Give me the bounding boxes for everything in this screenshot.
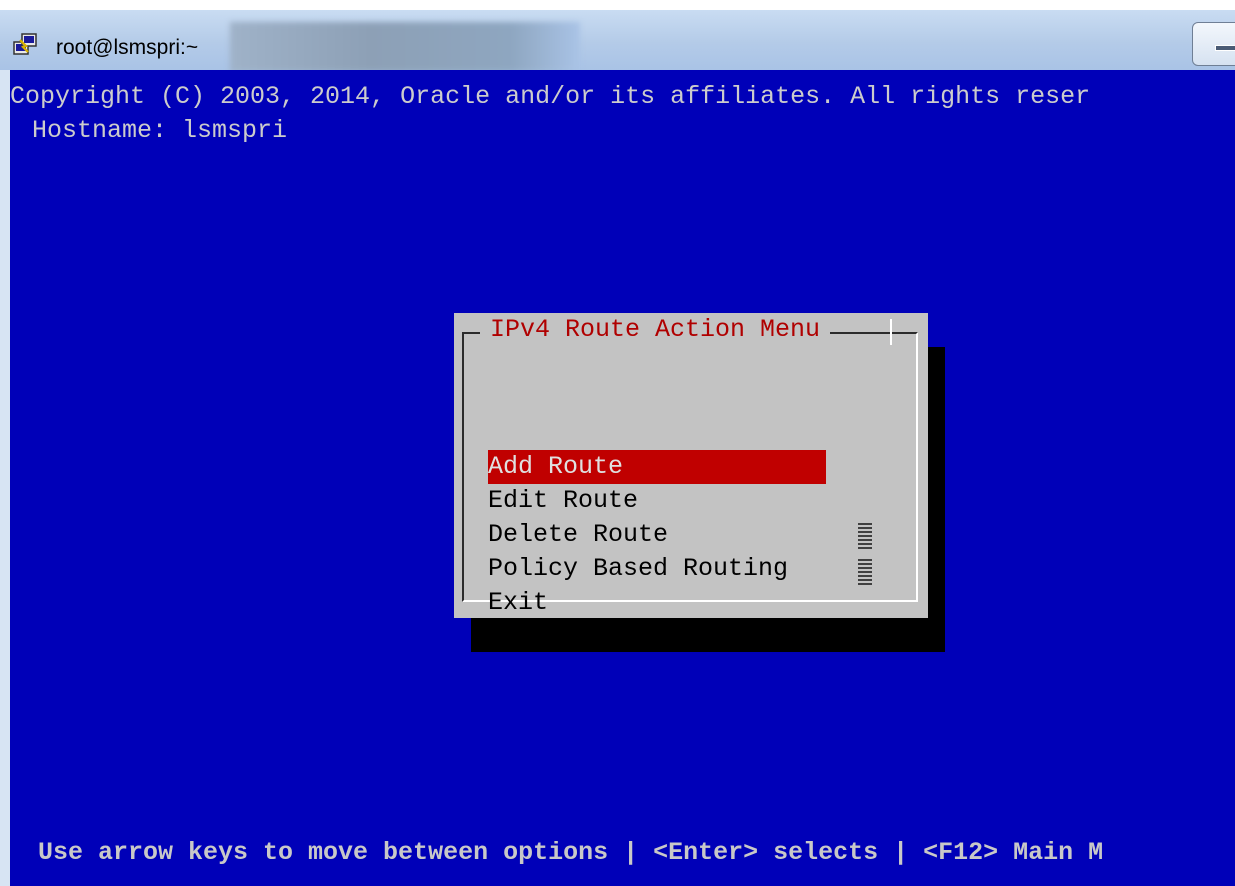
scroll-indicator[interactable] [858,523,872,587]
window-frame-left [0,70,10,886]
menu-item-exit[interactable]: Exit [488,586,826,620]
minimize-icon [1215,45,1235,51]
putty-window: root@lsmspri:~ Copyright (C) 2003, 2014,… [0,0,1235,886]
dialog-title: IPv4 Route Action Menu [480,313,831,347]
menu-item-policy-based-routing[interactable]: Policy Based Routing [488,552,826,586]
route-action-dialog: IPv4 Route Action Menu Add Route Edit Ro… [454,313,928,618]
minimize-button[interactable] [1192,22,1235,66]
copyright-text: Copyright (C) 2003, 2014, Oracle and/or … [10,82,1091,111]
title-bracket-right [890,319,904,345]
title-bar[interactable]: root@lsmspri:~ [0,0,1235,72]
menu-item-edit-route[interactable]: Edit Route [488,484,826,518]
window-title: root@lsmspri:~ [56,36,199,59]
menu-item-delete-route[interactable]: Delete Route [488,518,826,552]
redacted-title-area [230,22,580,72]
menu-item-add-route[interactable]: Add Route [488,450,826,484]
scroll-indicator-gap [858,551,872,559]
putty-icon[interactable] [12,32,38,58]
help-text: Use arrow keys to move between options |… [38,838,1104,867]
terminal-screen[interactable]: Copyright (C) 2003, 2014, Oracle and/or … [10,70,1235,886]
hostname-text: Hostname: lsmspri [32,116,288,145]
